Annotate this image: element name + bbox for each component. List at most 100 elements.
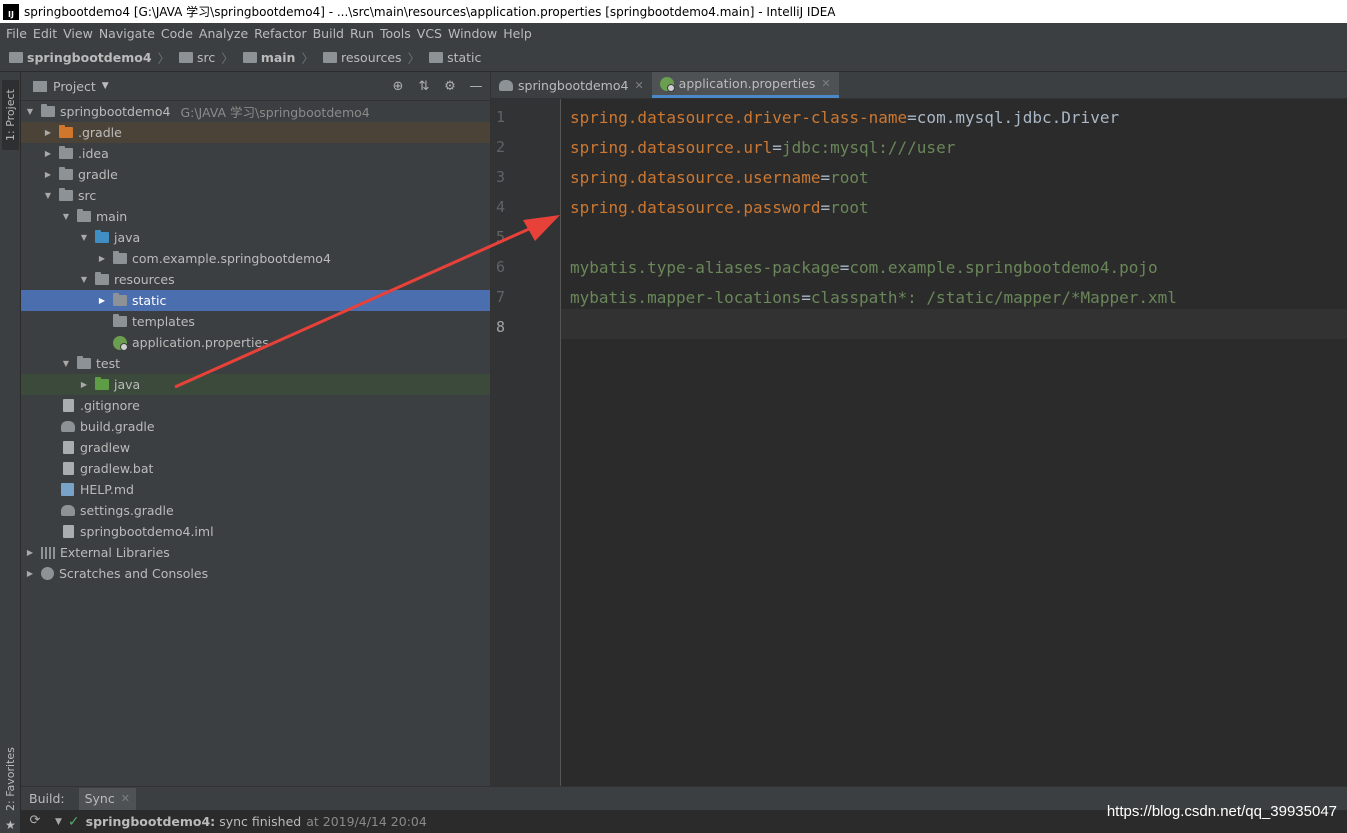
folder-icon	[179, 52, 194, 63]
tree-item-root[interactable]: ▼ springbootdemo4 G:\JAVA 学习\springbootdem…	[21, 101, 494, 122]
refresh-sync-icon[interactable]: ⟳	[28, 813, 42, 828]
module-folder-icon	[77, 356, 91, 369]
menu-vcs[interactable]: VCS	[417, 26, 442, 41]
breadcrumb-item-static[interactable]: static	[429, 50, 481, 65]
folder-icon	[113, 314, 127, 327]
title-bar: IJ springbootdemo4 [G:\JAVA 学习\springboo…	[0, 0, 1347, 23]
tree-item-resources[interactable]: ▼ resources	[21, 269, 548, 290]
tree-item-gradle[interactable]: ▶ gradle	[21, 164, 512, 185]
tree-item-test-java[interactable]: ▶ java	[21, 374, 548, 395]
menu-refactor[interactable]: Refactor	[254, 26, 306, 41]
menu-view[interactable]: View	[63, 26, 93, 41]
breadcrumb-label: src	[197, 50, 216, 65]
window-title: springbootdemo4 [G:\JAVA 学习\springbootde…	[24, 5, 836, 19]
tab-label: springbootdemo4	[518, 77, 629, 93]
minimize-icon[interactable]: —	[468, 78, 484, 94]
tree-item-settings-gradle[interactable]: settings.gradle	[21, 500, 530, 521]
tree-item-main[interactable]: ▼ main	[21, 206, 530, 227]
collapsed-arrow-icon: ▶	[44, 170, 52, 179]
menu-build[interactable]: Build	[313, 26, 344, 41]
chevron-right-icon: 〉	[157, 51, 171, 66]
tree-item-build-gradle[interactable]: build.gradle	[21, 416, 530, 437]
line-number: 2	[496, 138, 506, 156]
equals-sign: =	[772, 137, 782, 157]
file-icon	[63, 441, 74, 454]
gradle-icon	[499, 79, 513, 91]
markdown-file-icon	[61, 483, 74, 496]
code-text-area[interactable]: spring.datasource.driver-class-name = com.…	[561, 99, 1347, 786]
breadcrumb-item-main[interactable]: main 〉	[242, 48, 314, 67]
project-view-selector[interactable]: Project ▼	[33, 79, 109, 94]
code-line: spring.datasource.password = root	[570, 192, 869, 222]
folder-icon	[41, 104, 55, 117]
code-line: mybatis.type-aliases-package = com.example…	[570, 252, 1158, 282]
spring-properties-icon	[659, 76, 675, 92]
tree-item-iml[interactable]: springbootdemo4.iml	[21, 521, 532, 542]
menu-run[interactable]: Run	[350, 26, 374, 41]
tab-application-properties[interactable]: application.properties ✕	[651, 72, 839, 98]
tree-item-help-md[interactable]: HELP.md	[21, 479, 530, 500]
tree-item-static[interactable]: ▶ static	[21, 290, 566, 311]
tree-item-gradlew[interactable]: gradlew	[21, 437, 532, 458]
tree-item-external-libraries[interactable]: ▶ External Libraries	[21, 542, 494, 563]
menu-tools[interactable]: Tools	[380, 26, 411, 41]
tree-label: com.example.springbootdemo4	[132, 251, 331, 266]
tree-item-test[interactable]: ▼ test	[21, 353, 530, 374]
collapse-all-icon[interactable]: ⇅	[416, 78, 432, 94]
test-source-folder-icon	[95, 377, 109, 390]
close-icon[interactable]: ✕	[634, 79, 643, 92]
tree-item-gradlew-bat[interactable]: gradlew.bat	[21, 458, 532, 479]
tree-item-main-java[interactable]: ▼ java	[21, 227, 548, 248]
expanded-arrow-icon: ▼	[62, 359, 70, 368]
sync-tab[interactable]: Sync ✕	[78, 787, 136, 810]
tree-label: Scratches and Consoles	[59, 566, 209, 581]
expanded-arrow-icon[interactable]: ▼	[55, 817, 62, 827]
collapsed-arrow-icon: ▶	[44, 128, 52, 137]
menu-edit[interactable]: Edit	[33, 26, 57, 41]
tree-item-scratches[interactable]: ▶ Scratches and Consoles	[21, 563, 494, 584]
code-line: mybatis.mapper-locations = classpath*: /st…	[570, 282, 1177, 312]
menu-file[interactable]: File	[6, 26, 27, 41]
chevron-right-icon: 〉	[301, 51, 314, 66]
locate-target-icon[interactable]: ⊕	[390, 78, 406, 94]
favorites-tool-tab-label: 2: Favorites	[4, 747, 17, 811]
watermark: https://blog.csdn.net/qq_39935047	[1106, 803, 1337, 820]
close-icon[interactable]: ✕	[821, 77, 830, 90]
menu-window[interactable]: Window	[448, 26, 497, 41]
breadcrumb-label: springbootdemo4	[27, 50, 152, 65]
breadcrumb: springbootdemo4 〉 src 〉 main 〉 resources 〉 s…	[0, 44, 1347, 72]
breadcrumb-item-project[interactable]: springbootdemo4 〉	[9, 48, 170, 67]
intellij-logo-icon: IJ	[3, 3, 19, 20]
tree-label: build.gradle	[80, 419, 155, 434]
breadcrumb-item-src[interactable]: src 〉	[179, 48, 234, 67]
close-icon[interactable]: ✕	[121, 792, 130, 805]
menu-analyze[interactable]: Analyze	[199, 26, 248, 41]
tree-label: test	[96, 356, 121, 371]
tab-springbootdemo4[interactable]: springbootdemo4 ✕	[491, 72, 652, 98]
tree-item-gitignore[interactable]: .gitignore	[21, 395, 532, 416]
tree-label: .gitignore	[80, 398, 140, 413]
libraries-icon	[41, 546, 55, 559]
tree-item-package[interactable]: ▶ com.example.springbootdemo4	[21, 248, 566, 269]
equals-sign: =	[820, 197, 831, 217]
tree-label: .gradle	[78, 125, 122, 140]
tree-label: gradlew.bat	[80, 461, 154, 476]
folder-icon	[59, 188, 73, 201]
tree-item-gradle-hidden[interactable]: ▶ .gradle	[21, 122, 512, 143]
menu-help[interactable]: Help	[503, 26, 532, 41]
project-tool-tab[interactable]: 1: Project	[2, 80, 19, 150]
line-number: 3	[496, 168, 506, 186]
tree-item-src[interactable]: ▼ src	[21, 185, 512, 206]
line-number: 5	[496, 228, 506, 246]
menu-navigate[interactable]: Navigate	[99, 26, 155, 41]
breadcrumb-item-resources[interactable]: resources 〉	[322, 48, 420, 67]
gear-icon[interactable]: ⚙	[442, 78, 458, 94]
expanded-arrow-icon: ▼	[80, 233, 88, 242]
tree-label: settings.gradle	[80, 503, 174, 518]
tree-item-idea[interactable]: ▶ .idea	[21, 143, 512, 164]
favorites-tool-tab[interactable]: 2: Favorites	[2, 744, 19, 814]
collapsed-arrow-icon: ▶	[80, 380, 88, 389]
tree-label: application.properties	[132, 335, 269, 350]
menu-code[interactable]: Code	[161, 26, 193, 41]
resources-folder-icon	[95, 272, 109, 285]
